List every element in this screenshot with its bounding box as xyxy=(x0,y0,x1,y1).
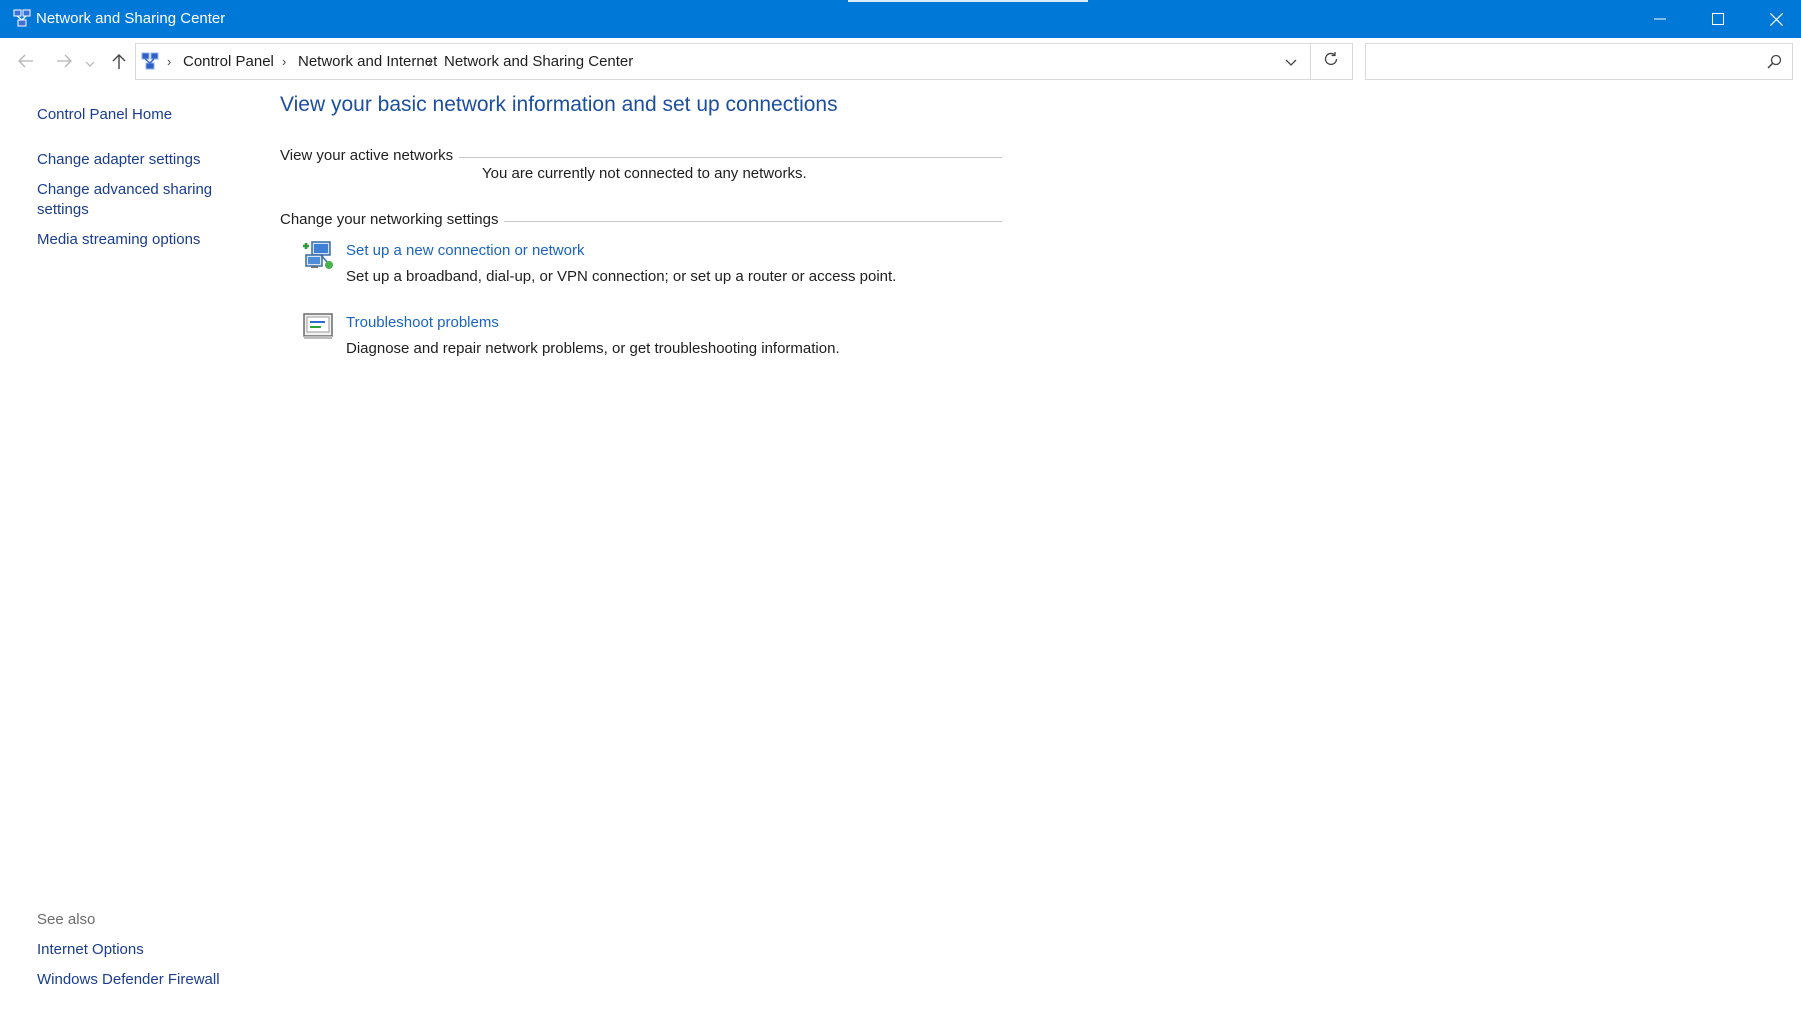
sidebar-link-windows-defender-firewall[interactable]: Windows Defender Firewall xyxy=(37,970,220,990)
recent-locations-button[interactable] xyxy=(82,50,98,76)
title-bar-accent xyxy=(848,0,1088,2)
section-divider xyxy=(504,220,1002,222)
networking-settings-section: Change your networking settings xyxy=(280,209,1002,229)
address-dropdown-button[interactable] xyxy=(1273,45,1309,78)
forward-arrow-icon xyxy=(56,54,72,73)
back-arrow-icon xyxy=(18,54,34,73)
sidebar-link-change-advanced-sharing[interactable]: Change advanced sharing settings xyxy=(37,180,227,220)
section-label: Change your networking settings xyxy=(280,210,499,228)
minimize-button[interactable] xyxy=(1631,0,1689,38)
sidebar-link-change-adapter-settings[interactable]: Change adapter settings xyxy=(37,150,200,170)
close-button[interactable] xyxy=(1747,0,1801,38)
see-also-label: See also xyxy=(37,911,96,928)
sidebar-link-control-panel-home[interactable]: Control Panel Home xyxy=(37,105,172,125)
forward-button[interactable] xyxy=(51,50,77,76)
troubleshoot-icon xyxy=(302,310,336,344)
setup-new-connection-link[interactable]: Set up a new connection or network xyxy=(346,242,584,259)
section-label: View your active networks xyxy=(280,146,454,164)
network-center-icon xyxy=(140,52,160,72)
section-divider xyxy=(459,156,1002,158)
sidebar-link-media-streaming[interactable]: Media streaming options xyxy=(37,230,200,250)
navigation-bar: › Control Panel › Network and Internet ›… xyxy=(0,38,1801,86)
back-button[interactable] xyxy=(13,50,39,76)
troubleshoot-problems-link[interactable]: Troubleshoot problems xyxy=(346,314,499,331)
active-networks-section: View your active networks xyxy=(280,145,1002,165)
recent-locations-icon xyxy=(85,54,95,72)
search-box[interactable] xyxy=(1365,43,1793,80)
close-icon xyxy=(1769,12,1783,26)
address-bar[interactable]: › Control Panel › Network and Internet ›… xyxy=(135,43,1311,80)
page-title: View your basic network information and … xyxy=(280,93,838,116)
troubleshoot-problems-description: Diagnose and repair network problems, or… xyxy=(346,340,840,357)
chevron-right-icon[interactable]: › xyxy=(428,54,432,69)
breadcrumb-control-panel[interactable]: Control Panel xyxy=(183,53,274,70)
maximize-button[interactable] xyxy=(1689,0,1747,38)
maximize-icon xyxy=(1712,13,1724,25)
up-arrow-icon xyxy=(112,53,126,74)
minimize-icon xyxy=(1654,13,1666,25)
refresh-button[interactable] xyxy=(1310,43,1353,80)
chevron-right-icon[interactable]: › xyxy=(167,54,171,69)
network-center-icon xyxy=(12,9,32,29)
chevron-right-icon[interactable]: › xyxy=(282,54,286,69)
setup-new-connection-description: Set up a broadband, dial-up, or VPN conn… xyxy=(346,268,897,285)
title-bar: Network and Sharing Center xyxy=(0,0,1801,38)
network-status-text: You are currently not connected to any n… xyxy=(482,165,807,182)
sidebar-link-internet-options[interactable]: Internet Options xyxy=(37,940,144,960)
breadcrumb-network-and-internet[interactable]: Network and Internet xyxy=(298,53,437,70)
new-connection-icon xyxy=(302,238,336,272)
breadcrumb-network-and-sharing-center[interactable]: Network and Sharing Center xyxy=(444,53,633,70)
window-title: Network and Sharing Center xyxy=(36,10,226,27)
search-input[interactable] xyxy=(1374,50,1758,74)
chevron-down-icon xyxy=(1285,53,1297,71)
up-button[interactable] xyxy=(106,50,132,76)
refresh-icon xyxy=(1323,51,1339,72)
search-icon[interactable] xyxy=(1767,54,1782,74)
